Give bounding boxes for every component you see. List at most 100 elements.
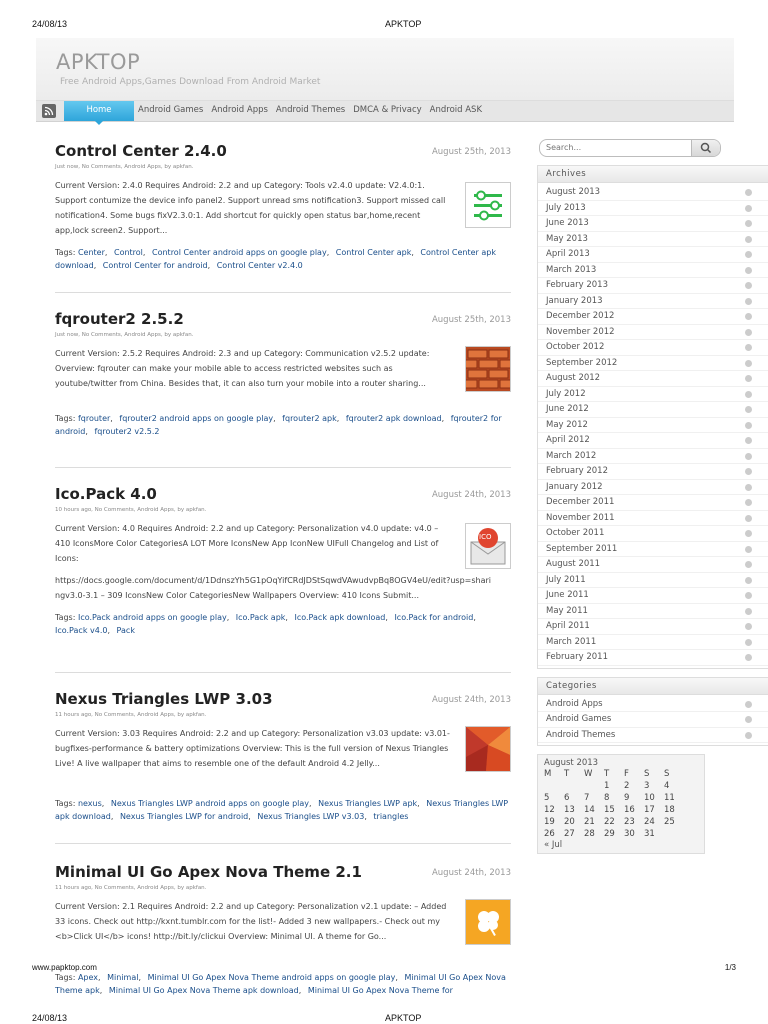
tag-link[interactable]: Ico.Pack apk [236, 613, 286, 622]
calendar-day[interactable]: 15 [604, 804, 624, 816]
tag-link[interactable]: Center [78, 248, 105, 257]
archive-item[interactable]: September 2011 [538, 542, 768, 557]
archive-item[interactable]: May 2012 [538, 418, 768, 433]
archive-item[interactable]: May 2011 [538, 604, 768, 619]
archive-item[interactable]: June 2011 [538, 588, 768, 604]
calendar-day[interactable]: 19 [544, 816, 564, 828]
calendar-day[interactable]: 5 [544, 792, 564, 804]
sliders-icon[interactable] [465, 182, 511, 228]
archive-item[interactable]: February 2011 [538, 650, 768, 666]
archive-item[interactable]: March 2013 [538, 263, 768, 278]
archive-item[interactable]: January 2012 [538, 480, 768, 495]
post-title[interactable]: Control Center 2.4.0 [55, 142, 227, 160]
archive-item[interactable]: March 2011 [538, 635, 768, 650]
archive-item[interactable]: March 2012 [538, 449, 768, 464]
post-title[interactable]: Ico.Pack 4.0 [55, 485, 157, 503]
tag-link[interactable]: Minimal UI Go Apex Nova Theme apk downlo… [109, 986, 299, 995]
calendar-day[interactable]: 1 [604, 780, 624, 792]
search-input[interactable] [546, 141, 686, 154]
calendar-day[interactable]: 11 [664, 792, 684, 804]
nav-dmca-privacy[interactable]: DMCA & Privacy [349, 101, 425, 121]
archive-item[interactable]: June 2012 [538, 402, 768, 418]
calendar-day[interactable]: 23 [624, 816, 644, 828]
archive-item[interactable]: August 2012 [538, 371, 768, 387]
tag-link[interactable]: Ico.Pack android apps on google play [78, 613, 227, 622]
tag-link[interactable]: fqrouter2 android apps on google play [119, 414, 273, 423]
calendar-day[interactable]: 4 [664, 780, 684, 792]
post-title[interactable]: Nexus Triangles LWP 3.03 [55, 690, 273, 708]
calendar-day[interactable]: 17 [644, 804, 664, 816]
calendar-day[interactable]: 8 [604, 792, 624, 804]
tag-link[interactable]: Control Center for android [103, 261, 208, 270]
tag-link[interactable]: Minimal UI Go Apex Nova Theme android ap… [148, 973, 396, 982]
category-item[interactable]: Android Themes [538, 728, 768, 743]
tag-link[interactable]: Nexus Triangles LWP apk [318, 799, 417, 808]
tag-link[interactable]: nexus [78, 799, 102, 808]
calendar-day[interactable]: 3 [644, 780, 664, 792]
archive-item[interactable]: August 2013 [538, 185, 768, 201]
site-logo[interactable]: APKTOP [56, 50, 140, 74]
archive-item[interactable]: October 2012 [538, 340, 768, 356]
tag-link[interactable]: Ico.Pack for android [394, 613, 473, 622]
archive-item[interactable]: December 2012 [538, 309, 768, 325]
archive-item[interactable]: July 2013 [538, 201, 768, 216]
nav-android-apps[interactable]: Android Apps [207, 101, 272, 121]
tag-link[interactable]: triangles [373, 812, 408, 821]
nav-home[interactable]: Home [64, 101, 134, 125]
calendar-day[interactable]: 13 [564, 804, 584, 816]
archive-item[interactable]: January 2013 [538, 294, 768, 309]
calendar-day[interactable]: 20 [564, 816, 584, 828]
calendar-day[interactable]: 24 [644, 816, 664, 828]
tag-link[interactable]: Minimal [107, 973, 138, 982]
category-item[interactable]: Android Games [538, 712, 768, 728]
calendar-day[interactable]: 29 [604, 828, 624, 840]
archive-item[interactable]: July 2011 [538, 573, 768, 588]
search-button[interactable] [691, 140, 720, 156]
archive-item[interactable]: December 2011 [538, 495, 768, 511]
tag-link[interactable]: fqrouter2 v2.5.2 [94, 427, 159, 436]
archive-item[interactable]: July 2012 [538, 387, 768, 402]
tag-link[interactable]: Nexus Triangles LWP android apps on goog… [111, 799, 309, 808]
archive-item[interactable]: February 2012 [538, 464, 768, 480]
category-item[interactable]: Android Apps [538, 697, 768, 712]
tag-link[interactable]: fqrouter [78, 414, 110, 423]
tag-link[interactable]: Minimal UI Go Apex Nova Theme for [308, 986, 453, 995]
tag-link[interactable]: Pack [117, 626, 135, 635]
post-title[interactable]: fqrouter2 2.5.2 [55, 310, 184, 328]
calendar-day[interactable]: 12 [544, 804, 564, 816]
archive-item[interactable]: April 2012 [538, 433, 768, 449]
tag-link[interactable]: Ico.Pack v4.0 [55, 626, 107, 635]
clover-icon[interactable] [465, 899, 511, 945]
tag-link[interactable]: Apex [78, 973, 98, 982]
tag-link[interactable]: Nexus Triangles LWP for android [120, 812, 248, 821]
nav-android-ask[interactable]: Android ASK [426, 101, 486, 121]
calendar-day[interactable]: 30 [624, 828, 644, 840]
calendar-day[interactable]: 18 [664, 804, 684, 816]
archive-item[interactable]: August 2011 [538, 557, 768, 573]
tag-link[interactable]: fqrouter2 apk download [346, 414, 442, 423]
calendar-day[interactable]: 9 [624, 792, 644, 804]
rss-icon[interactable] [42, 104, 56, 118]
calendar-day[interactable]: 2 [624, 780, 644, 792]
tag-link[interactable]: Control [114, 248, 143, 257]
tag-link[interactable]: fqrouter2 apk [282, 414, 337, 423]
calendar-prev-link[interactable]: « Jul [544, 840, 704, 850]
archive-item[interactable]: February 2013 [538, 278, 768, 294]
nav-android-themes[interactable]: Android Themes [272, 101, 349, 121]
tag-link[interactable]: Control Center v2.4.0 [217, 261, 303, 270]
tag-link[interactable]: Control Center apk [336, 248, 412, 257]
archive-item[interactable]: November 2012 [538, 325, 768, 340]
calendar-day[interactable]: 10 [644, 792, 664, 804]
calendar-day[interactable]: 14 [584, 804, 604, 816]
archive-item[interactable]: September 2012 [538, 356, 768, 371]
calendar-day[interactable]: 22 [604, 816, 624, 828]
archive-item[interactable]: June 2013 [538, 216, 768, 232]
nav-android-games[interactable]: Android Games [134, 101, 207, 121]
calendar-day[interactable]: 25 [664, 816, 684, 828]
calendar-day[interactable]: 16 [624, 804, 644, 816]
archive-item[interactable]: November 2011 [538, 511, 768, 526]
ico-envelope-icon[interactable]: ICO [465, 523, 511, 569]
calendar-day[interactable]: 21 [584, 816, 604, 828]
calendar-day[interactable]: 6 [564, 792, 584, 804]
post-title[interactable]: Minimal UI Go Apex Nova Theme 2.1 [55, 863, 362, 881]
